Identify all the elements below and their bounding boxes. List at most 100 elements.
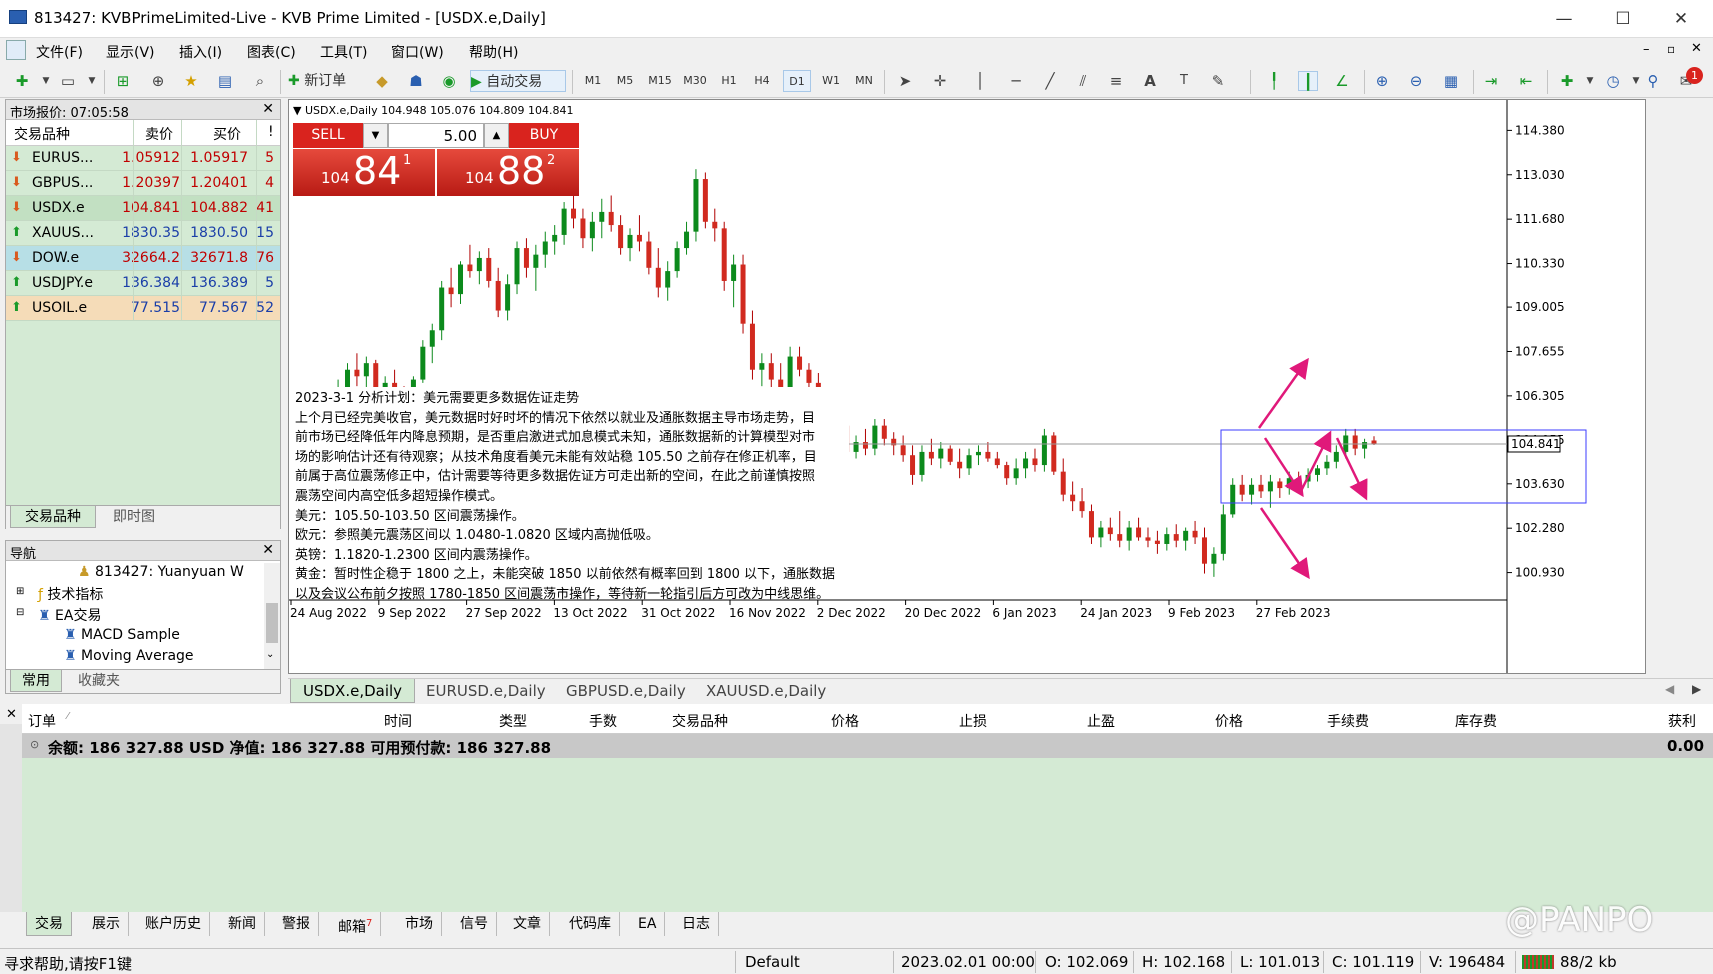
col-ask[interactable]: 买价	[213, 124, 241, 144]
terminal-tab[interactable]: 市场	[397, 912, 442, 936]
col-profit[interactable]: 获利	[1668, 711, 1696, 731]
chart-shift-icon[interactable]: ⇤	[1516, 71, 1536, 91]
vps-icon[interactable]: ◉	[439, 71, 459, 91]
timeframe-m15[interactable]: M15	[645, 70, 675, 92]
tab-xauusd-daily[interactable]: XAUUSD.e,Daily	[694, 679, 838, 703]
menu-tools[interactable]: 工具(T)	[320, 42, 367, 62]
lot-increase-icon[interactable]: ▲	[484, 123, 509, 148]
timeframe-d1[interactable]: D1	[783, 70, 811, 92]
balance-row[interactable]: ⊙ 余额: 186 327.88 USD 净值: 186 327.88 可用预付…	[22, 734, 1713, 758]
tab-usdx-daily[interactable]: USDX.e,Daily	[290, 679, 416, 703]
timeframe-mn[interactable]: MN	[850, 70, 878, 92]
timeframe-m30[interactable]: M30	[680, 70, 710, 92]
tab-favorites[interactable]: 收藏夹	[66, 670, 132, 692]
menu-file[interactable]: 文件(F)	[36, 42, 83, 62]
timeframe-m1[interactable]: M1	[580, 70, 606, 92]
terminal-tab[interactable]: 账户历史	[137, 912, 210, 936]
col-type[interactable]: 类型	[499, 711, 527, 731]
col-spread[interactable]: !	[268, 124, 274, 140]
maximize-button[interactable]: ☐	[1600, 0, 1646, 38]
terminal-icon[interactable]: ▤	[215, 71, 235, 91]
lot-decrease-icon[interactable]: ▼	[363, 123, 388, 148]
symbol-row[interactable]: ⬇ GBPUS... 1.20397 1.20401 4	[6, 171, 280, 196]
terminal-tab[interactable]: EA	[630, 912, 666, 936]
tile-windows-icon[interactable]: ▦	[1441, 71, 1461, 91]
cursor-icon[interactable]: ➤	[895, 71, 915, 91]
mdi-restore-icon[interactable]: ▫	[1667, 42, 1675, 56]
strategy-tester-icon[interactable]: ⌕	[250, 71, 270, 91]
col-price2[interactable]: 价格	[1215, 711, 1243, 731]
menu-chart[interactable]: 图表(C)	[247, 42, 296, 62]
sell-button[interactable]: SELL	[293, 123, 363, 148]
tab-tick-chart[interactable]: 即时图	[98, 506, 170, 528]
close-icon[interactable]: ✕	[262, 542, 274, 558]
scroll-right-icon[interactable]: ▶	[1692, 682, 1701, 696]
symbol-row[interactable]: ⬆ USOIL.e 77.515 77.567 52	[6, 296, 280, 321]
tab-eurusd-daily[interactable]: EURUSD.e,Daily	[414, 679, 558, 703]
timeframe-w1[interactable]: W1	[818, 70, 844, 92]
timeframe-h4[interactable]: H4	[749, 70, 775, 92]
new-order-button[interactable]: ✚ 新订单	[288, 70, 368, 92]
terminal-tab[interactable]: 展示	[84, 912, 129, 936]
auto-trading-button[interactable]: ▶ 自动交易	[470, 70, 566, 92]
autoscroll-icon[interactable]: ⇥	[1481, 71, 1501, 91]
text-icon[interactable]: A	[1140, 71, 1160, 91]
text-label-icon[interactable]: T	[1174, 71, 1194, 91]
account-item[interactable]: ♟ 813427: Yuanyuan W	[78, 564, 258, 580]
timeframe-m5[interactable]: M5	[612, 70, 638, 92]
symbol-row[interactable]: ⬇ DOW.e 32664.2 32671.8 76	[6, 246, 280, 271]
terminal-tab[interactable]: 文章	[505, 912, 550, 936]
col-bid[interactable]: 卖价	[145, 124, 173, 144]
market-watch-icon[interactable]: ⊞	[113, 71, 133, 91]
terminal-tab[interactable]: 日志	[674, 912, 719, 936]
dropdown-icon[interactable]: ▼	[82, 71, 102, 91]
zoom-in-icon[interactable]: ⊕	[1372, 71, 1392, 91]
ea-macd-sample[interactable]: ♜ MACD Sample	[64, 627, 180, 643]
mdi-minimize-icon[interactable]: –	[1643, 42, 1650, 57]
ea-moving-average[interactable]: ♜ Moving Average	[64, 648, 194, 664]
profiles-icon[interactable]: ▭	[58, 71, 78, 91]
col-tp[interactable]: 止盈	[1087, 711, 1115, 731]
collapse-icon[interactable]: ⊟	[16, 607, 24, 618]
symbol-row[interactable]: ⬇ EURUS... 1.05912 1.05917 5	[6, 146, 280, 171]
timeframe-h1[interactable]: H1	[716, 70, 742, 92]
menu-insert[interactable]: 插入(I)	[179, 42, 222, 62]
navigator-icon[interactable]: ★	[181, 71, 201, 91]
terminal-tab[interactable]: 警报	[274, 912, 319, 936]
menu-help[interactable]: 帮助(H)	[469, 42, 518, 62]
horizontal-line-icon[interactable]: ─	[1006, 71, 1026, 91]
terminal-tab[interactable]: 代码库	[561, 912, 620, 936]
col-swap[interactable]: 库存费	[1455, 711, 1497, 731]
data-window-icon[interactable]: ⊕	[148, 71, 168, 91]
indicators-icon[interactable]: ✚	[1557, 71, 1577, 91]
chart-window[interactable]: ▼ USDX.e,Daily 104.948 105.076 104.809 1…	[288, 99, 1646, 674]
expand-icon[interactable]: ⊞	[16, 586, 24, 597]
close-button[interactable]: ✕	[1658, 0, 1704, 38]
terminal-tab[interactable]: 信号	[452, 912, 497, 936]
channel-icon[interactable]: ⫽	[1073, 71, 1093, 91]
col-order[interactable]: 订单	[28, 711, 56, 731]
symbol-row[interactable]: ⬆ USDJPY.e 136.384 136.389 5	[6, 271, 280, 296]
tab-gbpusd-daily[interactable]: GBPUSD.e,Daily	[554, 679, 698, 703]
col-sl[interactable]: 止损	[959, 711, 987, 731]
search-icon[interactable]: ⚲	[1643, 71, 1663, 91]
indicators-item[interactable]: ƒ 技术指标	[38, 584, 103, 604]
close-icon[interactable]: ✕	[262, 101, 274, 117]
tab-common[interactable]: 常用	[10, 670, 62, 692]
metaeditor-icon[interactable]: ◆	[372, 71, 392, 91]
menu-view[interactable]: 显示(V)	[106, 42, 155, 62]
terminal-tab[interactable]: 交易	[26, 912, 72, 936]
connection-icon[interactable]	[1522, 955, 1554, 969]
line-chart-icon[interactable]: ∠	[1332, 71, 1352, 91]
candlestick-icon[interactable]: ┃	[1298, 71, 1318, 91]
minimize-button[interactable]: —	[1541, 0, 1587, 38]
notification-badge[interactable]: 1	[1686, 67, 1703, 84]
col-symbol[interactable]: 交易品种	[14, 124, 70, 144]
fibonacci-icon[interactable]: ≡	[1106, 71, 1126, 91]
crosshair-icon[interactable]: ✛	[930, 71, 950, 91]
terminal-tab[interactable]: 邮箱7	[330, 912, 382, 936]
col-lots[interactable]: 手数	[589, 711, 617, 731]
scrollbar-thumb[interactable]	[266, 603, 278, 643]
menu-window[interactable]: 窗口(W)	[391, 42, 444, 62]
col-time[interactable]: 时间	[384, 711, 412, 731]
